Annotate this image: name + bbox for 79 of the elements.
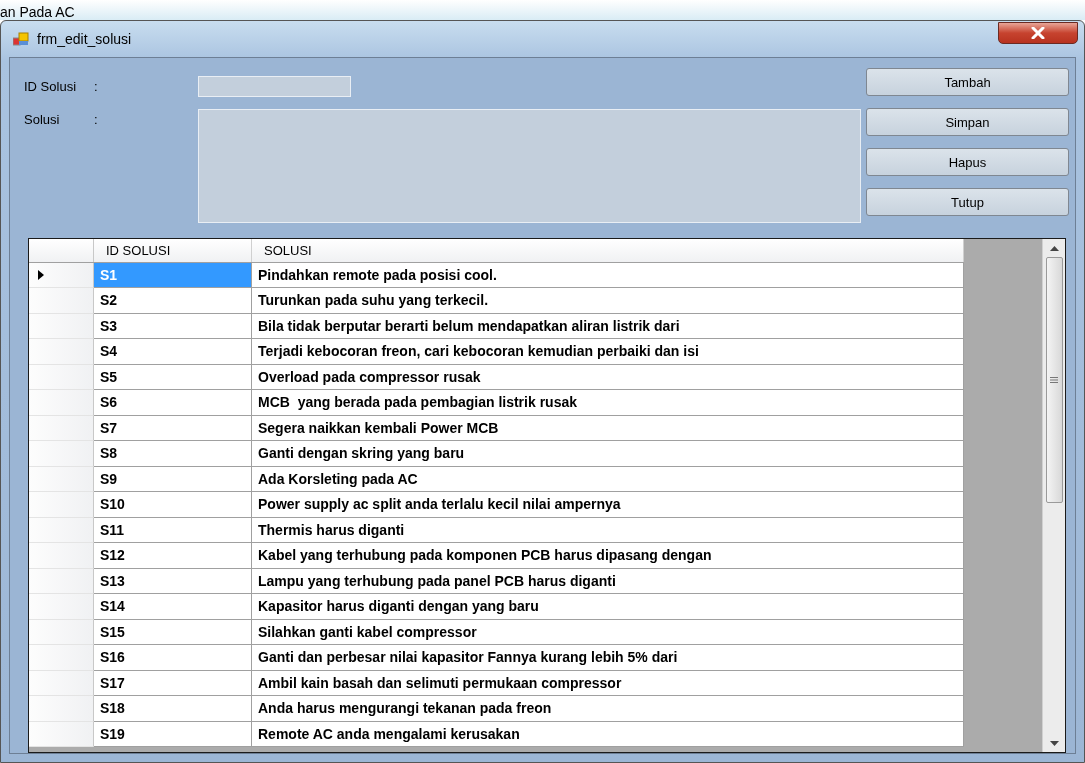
grip-icon (1050, 377, 1058, 383)
table-cell: S2 (94, 288, 252, 314)
table-cell: S12 (94, 543, 252, 569)
scroll-up-icon (1049, 245, 1059, 251)
row-header[interactable] (29, 365, 94, 390)
form-button[interactable]: Simpan (866, 108, 1069, 136)
row-header[interactable] (29, 722, 94, 747)
table-cell: S14 (94, 594, 252, 620)
solution-textarea[interactable] (198, 109, 861, 223)
row-header[interactable] (29, 416, 94, 441)
id-input-field[interactable] (198, 76, 351, 97)
row-header[interactable] (29, 518, 94, 543)
row-header[interactable] (29, 492, 94, 518)
table-cell: Kabel yang terhubung pada komponen PCB harus dipasang dengan (252, 543, 964, 569)
window-title: an Pada AC (0, 4, 75, 20)
close-button[interactable] (998, 22, 1078, 44)
table-cell: Overload pada compressor rusak (252, 365, 964, 390)
table-cell: S16 (94, 645, 252, 671)
scroll-thumb[interactable] (1045, 257, 1063, 503)
form-button[interactable]: Tutup (866, 188, 1069, 216)
table-cell: Ambil kain basah dan selimuti permukaan compressor (252, 671, 964, 696)
column-header[interactable]: SOLUSI (252, 239, 964, 262)
table-cell: Ada Korsleting pada AC (252, 467, 964, 492)
table-cell: S1 (94, 263, 252, 288)
row-header[interactable] (29, 543, 94, 569)
field-separator: : (94, 111, 99, 127)
table-cell: S13 (94, 569, 252, 594)
table-cell: S6 (94, 390, 252, 416)
table-cell: Turunkan pada suhu yang terkecil. (252, 288, 964, 314)
table-cell: Terjadi kebocoran freon, cari kebocoran kemudian perbaiki dan isi (252, 339, 964, 365)
table-cell: S18 (94, 696, 252, 722)
close-icon (1031, 27, 1045, 39)
table-cell: Segera naikkan kembali Power MCB (252, 416, 964, 441)
table-cell: Pindahkan remote pada posisi cool. (252, 263, 964, 288)
scroll-down-icon (1049, 740, 1059, 746)
table-cell: S9 (94, 467, 252, 492)
row-header[interactable] (29, 263, 94, 288)
form-button[interactable]: Tambah (866, 68, 1069, 96)
table-cell: S17 (94, 671, 252, 696)
table-cell: S4 (94, 339, 252, 365)
row-header[interactable] (29, 569, 94, 594)
field-separator: : (94, 78, 99, 94)
table-cell: Lampu yang terhubung pada panel PCB harus diganti (252, 569, 964, 594)
table-cell: Ganti dan perbesar nilai kapasitor Fannya kurang lebih 5% dari (252, 645, 964, 671)
field-label: Solusi (24, 111, 61, 127)
table-cell: Silahkan ganti kabel compressor (252, 620, 964, 645)
table-cell: S5 (94, 365, 252, 390)
row-header[interactable] (29, 467, 94, 492)
app-icon (13, 32, 29, 46)
scrollbar[interactable] (1042, 239, 1065, 752)
table-cell: S7 (94, 416, 252, 441)
row-header[interactable] (29, 671, 94, 696)
table-cell: S19 (94, 722, 252, 747)
form-button[interactable]: Hapus (866, 148, 1069, 176)
table-cell: MCB yang berada pada pembagian listrik rusak (252, 390, 964, 416)
table-cell: Ganti dengan skring yang baru (252, 441, 964, 467)
table-cell: S15 (94, 620, 252, 645)
row-header[interactable] (29, 339, 94, 365)
row-header[interactable] (29, 645, 94, 671)
row-header[interactable] (29, 696, 94, 722)
row-header[interactable] (29, 390, 94, 416)
row-header[interactable] (29, 314, 94, 339)
window-title: frm_edit_solusi (37, 31, 133, 47)
table-cell: Power supply ac split anda terlalu kecil nilai ampernya (252, 492, 964, 518)
table-cell: Bila tidak berputar berarti belum mendapatkan aliran listrik dari (252, 314, 964, 339)
table-cell: S3 (94, 314, 252, 339)
table-cell: S10 (94, 492, 252, 518)
table-cell: Thermis harus diganti (252, 518, 964, 543)
row-header[interactable] (29, 288, 94, 314)
table-cell: S8 (94, 441, 252, 467)
table-cell: S11 (94, 518, 252, 543)
field-label: ID Solusi (24, 78, 78, 94)
table-cell: Anda harus mengurangi tekanan pada freon (252, 696, 964, 722)
table-cell: Kapasitor harus diganti dengan yang baru (252, 594, 964, 620)
column-header[interactable]: ID SOLUSI (94, 239, 252, 262)
table-cell: Remote AC anda mengalami kerusakan (252, 722, 964, 747)
row-header[interactable] (29, 594, 94, 620)
row-header[interactable] (29, 441, 94, 467)
row-header[interactable] (29, 620, 94, 645)
